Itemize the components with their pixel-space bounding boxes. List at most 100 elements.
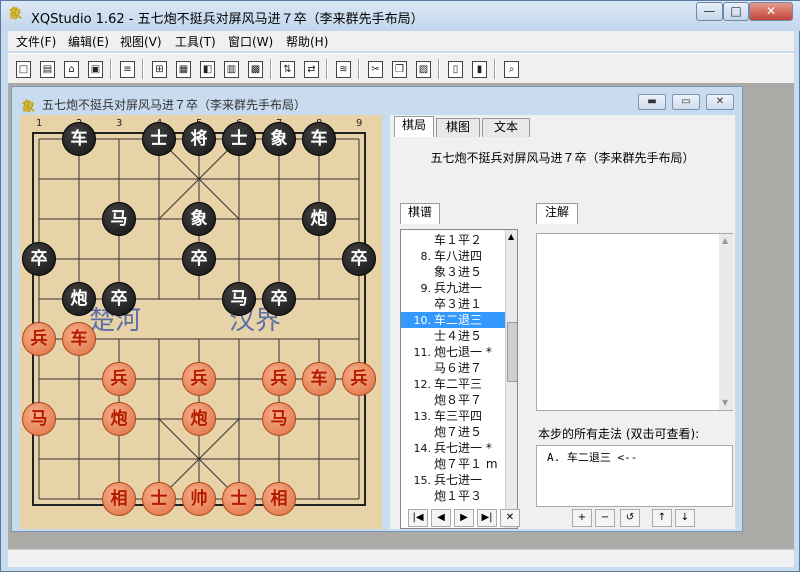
menu-view[interactable]: 视图(V) <box>120 33 162 50</box>
move-item[interactable]: 炮１平３ <box>401 488 505 504</box>
copy-board-icon[interactable]: ▥ <box>220 58 242 80</box>
move-item[interactable]: 14. 兵七进一 * <box>401 440 505 456</box>
all-moves-list[interactable]: A. 车二退三 <-- <box>536 445 733 507</box>
menu-edit[interactable]: 编辑(E) <box>68 33 109 50</box>
export2-icon[interactable]: ◧ <box>196 58 218 80</box>
delete-move-button[interactable]: ✕ <box>500 509 520 527</box>
close-button[interactable]: ✕ <box>749 2 793 21</box>
page2-icon[interactable]: ▮ <box>468 58 490 80</box>
tab-moves[interactable]: 棋谱 <box>400 203 440 224</box>
red-piece[interactable]: 兵 <box>22 322 56 356</box>
export-icon[interactable]: ▦ <box>172 58 194 80</box>
red-piece[interactable]: 帅 <box>182 482 216 516</box>
black-piece[interactable]: 车 <box>62 122 96 156</box>
page-icon[interactable]: ▯ <box>444 58 466 80</box>
new-icon[interactable]: □ <box>12 58 34 80</box>
save-icon[interactable]: ▣ <box>84 58 106 80</box>
black-piece[interactable]: 马 <box>222 282 256 316</box>
doc-restore-button[interactable]: ▭ <box>672 94 700 110</box>
step-icon[interactable]: ≋ <box>332 58 354 80</box>
move-item[interactable]: 15. 兵七进一 <box>401 472 505 488</box>
alt-move-item[interactable]: A. 车二退三 <-- <box>547 449 637 465</box>
first-move-button[interactable]: |◀ <box>408 509 428 527</box>
tab-notes[interactable]: 注解 <box>536 203 578 224</box>
red-piece[interactable]: 士 <box>222 482 256 516</box>
red-piece[interactable]: 车 <box>302 362 336 396</box>
move-item[interactable]: 炮８平７ <box>401 392 505 408</box>
maximize-button[interactable]: □ <box>723 2 749 21</box>
print-preview-icon[interactable]: ⌕ <box>500 58 522 80</box>
move-up-button[interactable]: ↑ <box>652 509 672 527</box>
copy-board2-icon[interactable]: ▩ <box>244 58 266 80</box>
tab-game[interactable]: 棋局 <box>394 116 434 137</box>
menu-window[interactable]: 窗口(W) <box>228 33 273 50</box>
black-piece[interactable]: 车 <box>302 122 336 156</box>
scroll-down-icon[interactable]: ▼ <box>722 398 728 407</box>
move-item[interactable]: 炮７进５ <box>401 424 505 440</box>
move-item[interactable]: 13. 车三平四 <box>401 408 505 424</box>
move-item[interactable]: 12. 车二平三 <box>401 376 505 392</box>
red-piece[interactable]: 兵 <box>262 362 296 396</box>
black-piece[interactable]: 炮 <box>62 282 96 316</box>
xiangqi-board[interactable]: 楚河汉界 123456789车士将士象车马象炮卒卒卒炮卒马卒兵车兵兵兵车兵马炮炮… <box>20 115 382 529</box>
black-piece[interactable]: 象 <box>182 202 216 236</box>
flip-vertical-icon[interactable]: ⇅ <box>276 58 298 80</box>
red-piece[interactable]: 炮 <box>182 402 216 436</box>
red-piece[interactable]: 兵 <box>342 362 376 396</box>
new-template-icon[interactable]: ▤ <box>36 58 58 80</box>
move-list[interactable]: 车１平２ 8. 车八进四 象３进５ 9. 兵九进一 卒３进１ 10. 车二退三 士４进５ 11. 炮七… <box>400 229 518 529</box>
notes-scrollbar[interactable]: ▲ ▼ <box>719 234 733 410</box>
black-piece[interactable]: 卒 <box>262 282 296 316</box>
red-piece[interactable]: 兵 <box>102 362 136 396</box>
red-piece[interactable]: 车 <box>62 322 96 356</box>
title-bar[interactable]: 象 XQStudio 1.62 - 五七炮不挺兵对屏风马进７卒（李来群先手布局）… <box>1 1 800 31</box>
black-piece[interactable]: 卒 <box>182 242 216 276</box>
notes-textarea[interactable]: ▲ ▼ <box>536 233 733 411</box>
black-piece[interactable]: 士 <box>142 122 176 156</box>
red-piece[interactable]: 马 <box>22 402 56 436</box>
tab-diagram[interactable]: 棋图 <box>436 118 480 137</box>
move-item[interactable]: 象３进５ <box>401 264 505 280</box>
move-item[interactable]: 车１平２ <box>401 232 505 248</box>
scroll-up-icon[interactable]: ▲ <box>508 232 514 241</box>
move-item[interactable]: 士４进５ <box>401 328 505 344</box>
black-piece[interactable]: 士 <box>222 122 256 156</box>
black-piece[interactable]: 卒 <box>342 242 376 276</box>
list-icon[interactable]: ≡ <box>116 58 138 80</box>
add-button[interactable]: + <box>572 509 592 527</box>
red-piece[interactable]: 相 <box>102 482 136 516</box>
black-piece[interactable]: 卒 <box>22 242 56 276</box>
scroll-thumb[interactable] <box>507 322 517 382</box>
red-piece[interactable]: 相 <box>262 482 296 516</box>
red-piece[interactable]: 炮 <box>102 402 136 436</box>
doc-close-button[interactable]: ✕ <box>706 94 734 110</box>
prev-move-button[interactable]: ◀ <box>431 509 451 527</box>
undo-button[interactable]: ↺ <box>620 509 640 527</box>
open-icon[interactable]: ⌂ <box>60 58 82 80</box>
board-setup-icon[interactable]: ⊞ <box>148 58 170 80</box>
move-item[interactable]: 11. 炮七退一 * <box>401 344 505 360</box>
red-piece[interactable]: 兵 <box>182 362 216 396</box>
black-piece[interactable]: 卒 <box>102 282 136 316</box>
minimize-button[interactable]: — <box>696 2 723 21</box>
menu-tools[interactable]: 工具(T) <box>175 33 216 50</box>
menu-help[interactable]: 帮助(H) <box>286 33 328 50</box>
flip-horizontal-icon[interactable]: ⇄ <box>300 58 322 80</box>
paste-icon[interactable]: ▨ <box>412 58 434 80</box>
scroll-up-icon[interactable]: ▲ <box>722 236 728 245</box>
move-item[interactable]: 8. 车八进四 <box>401 248 505 264</box>
move-item[interactable]: 马６进７ <box>401 360 505 376</box>
move-item[interactable]: 炮７平１ m <box>401 456 505 472</box>
move-down-button[interactable]: ↓ <box>675 509 695 527</box>
move-item[interactable]: 10. 车二退三 <box>401 312 505 328</box>
black-piece[interactable]: 炮 <box>302 202 336 236</box>
move-item[interactable]: 9. 兵九进一 <box>401 280 505 296</box>
tab-text[interactable]: 文本 <box>482 118 530 137</box>
last-move-button[interactable]: ▶| <box>477 509 497 527</box>
black-piece[interactable]: 将 <box>182 122 216 156</box>
remove-button[interactable]: − <box>595 509 615 527</box>
next-move-button[interactable]: ▶ <box>454 509 474 527</box>
black-piece[interactable]: 马 <box>102 202 136 236</box>
menu-file[interactable]: 文件(F) <box>16 33 56 50</box>
move-item[interactable]: 卒３进１ <box>401 296 505 312</box>
